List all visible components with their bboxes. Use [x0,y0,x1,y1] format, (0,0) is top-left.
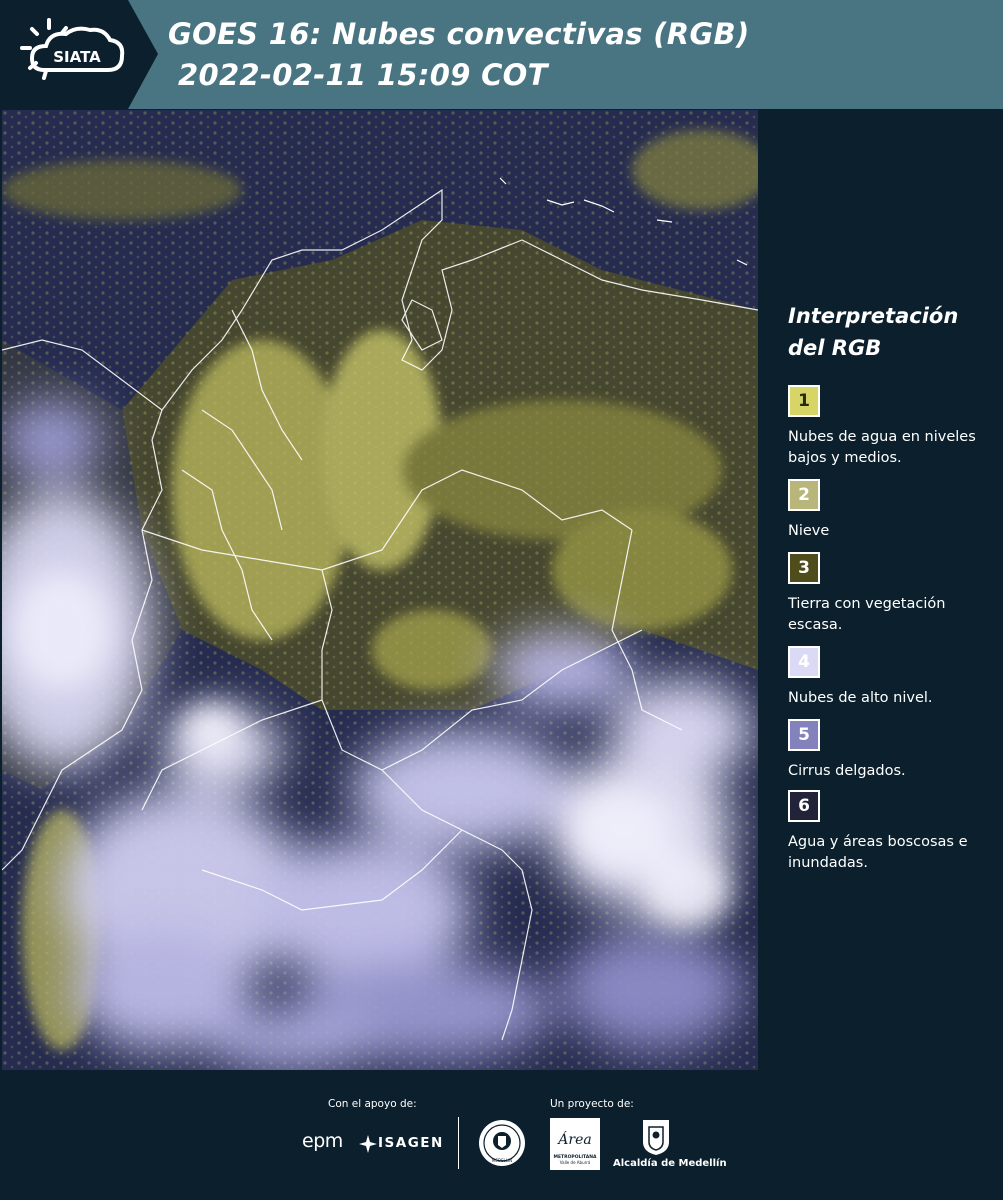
legend-label-3: Tierra con vegetación escasa. [788,596,946,633]
svg-text:Área: Área [556,1130,591,1148]
svg-text:MEDELLIN: MEDELLIN [492,1158,512,1163]
siata-logo-text: SIATA [53,48,101,66]
footer-divider [458,1117,459,1169]
area-metropolitana-logo[interactable]: Área METROPOLITANA Valle de Aburrá [550,1118,600,1170]
legend-label-4: Nubes de alto nivel. [788,690,933,706]
legend-item-1: 1 Nubes de agua en niveles bajos y medio… [788,385,998,469]
support-label: Con el apoyo de: [328,1098,417,1110]
legend-swatch-2: 2 [788,479,820,511]
legend-swatch-1: 1 [788,385,820,417]
legend-item-4: 4 Nubes de alto nivel. [788,646,998,709]
legend-swatch-6: 6 [788,790,820,822]
legend-swatch-5: 5 [788,719,820,751]
legend-item-6: 6 Agua y áreas boscosas e inundadas. [788,790,998,874]
medellin-seal-icon[interactable]: MEDELLIN [477,1118,527,1168]
alcaldia-shield-icon [643,1120,669,1155]
legend-panel: Interpretación del RGB 1 Nubes de agua e… [760,110,1003,1070]
header-bar: SIATA GOES 16: Nubes convectivas (RGB) 2… [0,0,1003,109]
page-title: GOES 16: Nubes convectivas (RGB) 2022-02… [168,12,988,94]
legend-title-line1: Interpretación [788,304,959,328]
legend-swatch-3: 3 [788,552,820,584]
isagen-star-icon [359,1135,377,1153]
legend-item-2: 2 Nieve [788,479,998,542]
legend-swatch-4: 4 [788,646,820,678]
legend-title-line2: del RGB [788,336,882,360]
footer-sponsors: Con el apoyo de: Un proyecto de: epm ISA… [0,1070,1003,1200]
legend-label-6: Agua y áreas boscosas e inundadas. [788,834,968,871]
alcaldia-logo[interactable]: Alcaldía de Medellín [613,1158,727,1169]
isagen-logo[interactable]: ISAGEN [378,1135,444,1151]
satellite-map[interactable] [2,110,758,1070]
epm-logo[interactable]: epm [302,1130,343,1152]
title-timestamp: 2022-02-11 15:09 COT [178,58,548,92]
legend-label-1: Nubes de agua en niveles bajos y medios. [788,429,976,466]
legend-item-5: 5 Cirrus delgados. [788,719,998,782]
title-product: GOES 16: Nubes convectivas (RGB) [168,17,750,51]
siata-logo[interactable]: SIATA [0,0,158,109]
legend-label-5: Cirrus delgados. [788,763,906,779]
legend-title: Interpretación del RGB [788,300,998,364]
legend-item-3: 3 Tierra con vegetación escasa. [788,552,998,636]
legend-label-2: Nieve [788,523,830,539]
project-label: Un proyecto de: [550,1098,634,1110]
svg-text:Valle de Aburrá: Valle de Aburrá [560,1160,591,1165]
